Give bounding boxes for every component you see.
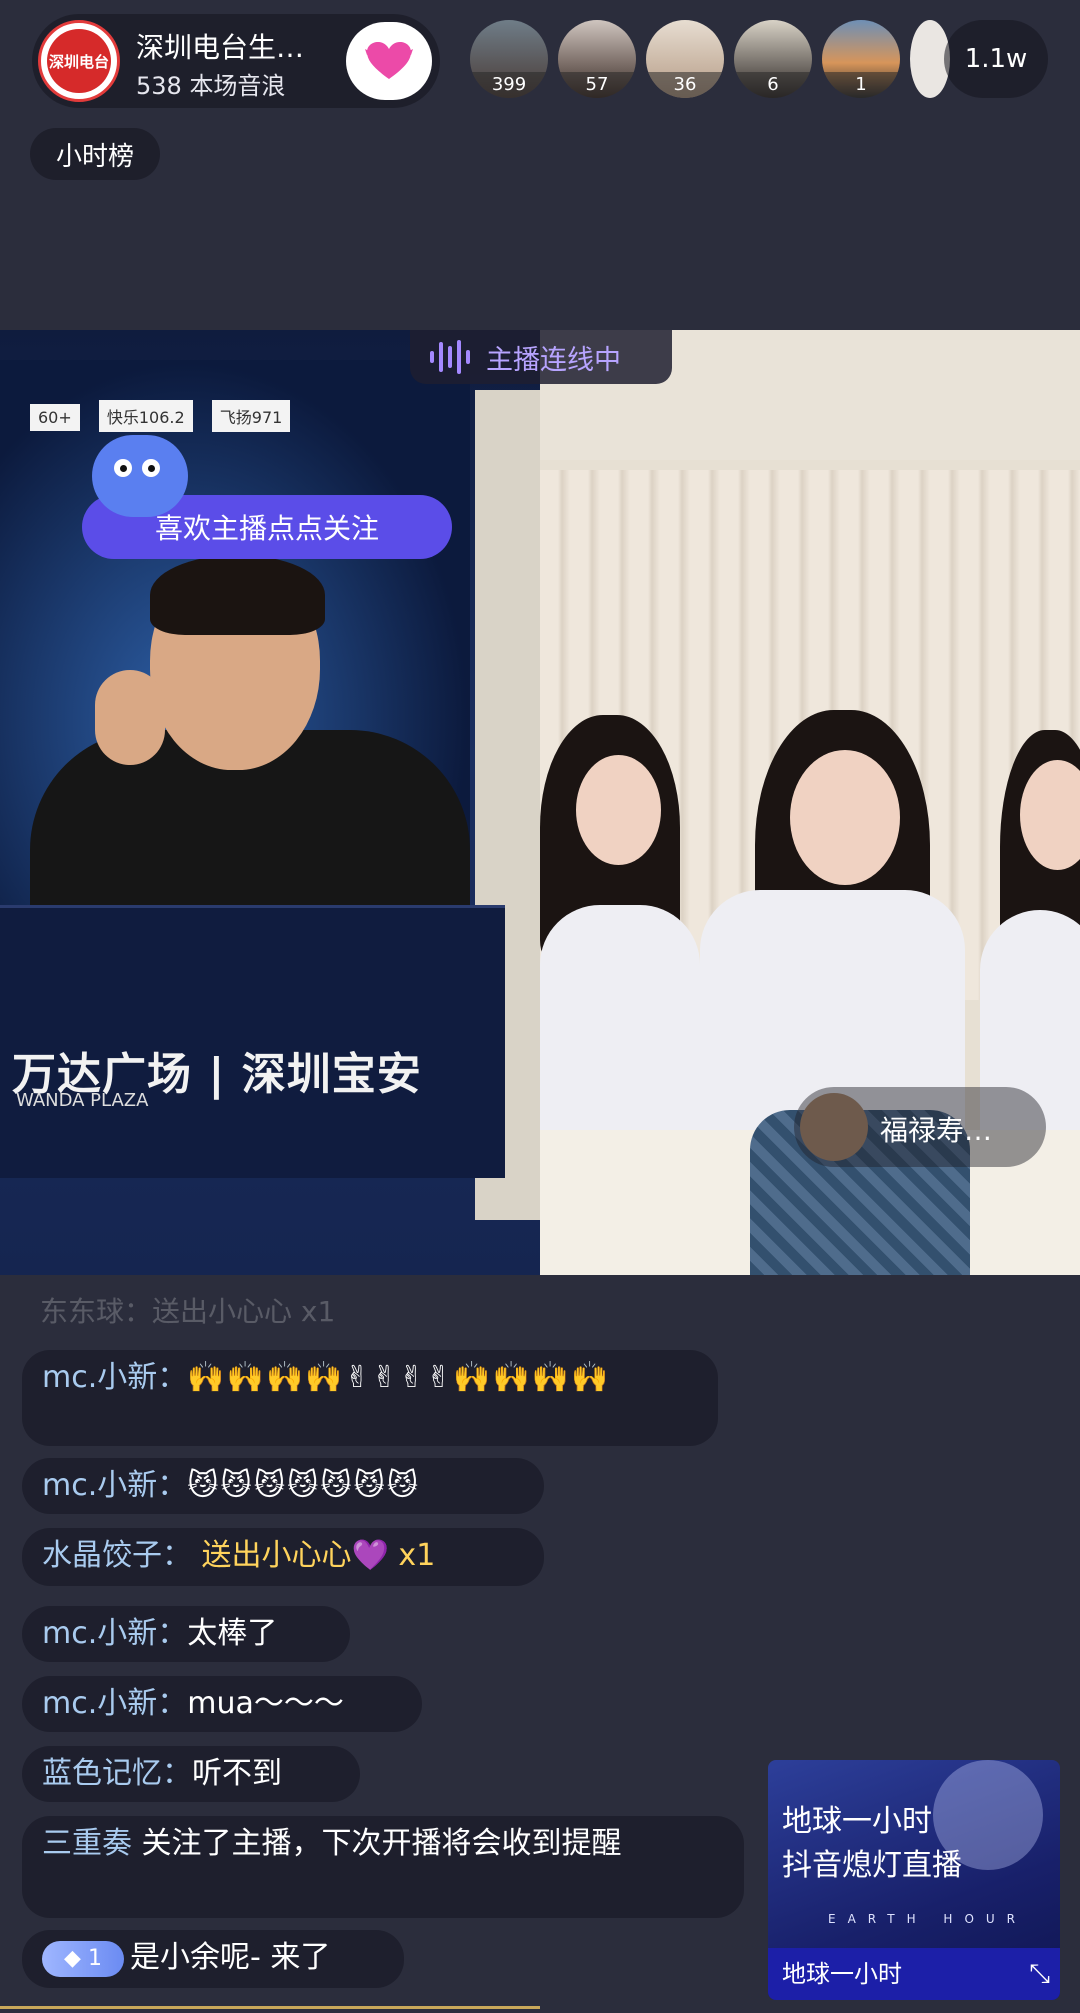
viewer-avatar[interactable]: 399 [470, 20, 548, 98]
fan-level-number: 1 [87, 1945, 102, 1971]
viewer-rank-badge: 399 [470, 72, 548, 98]
podium-subtitle: WANDA PLAZA [16, 1090, 149, 1111]
chat-message[interactable]: 蓝色记忆：听不到 [22, 1746, 360, 1802]
radio-logo: 深圳电台 [47, 29, 111, 93]
host-name: 深圳电台生… [136, 31, 305, 64]
collapse-icon[interactable]: ⤡ [1029, 1959, 1050, 1990]
chat-username: 是小余呢- [130, 1940, 261, 1975]
promo-subtitle: 抖音熄灯直播 [782, 1848, 962, 1883]
chat-text: 听不到 [192, 1756, 282, 1791]
chat-message[interactable]: 水晶饺子： 送出小心心💜 x1 [22, 1528, 544, 1586]
viewer-count[interactable]: 1.1w [944, 20, 1048, 98]
earth-hour-promo-card[interactable]: 地球一小时 抖音熄灯直播 EARTH HOUR 地球一小时 ⤡ [768, 1760, 1060, 2000]
chat-username: 水晶饺子： [42, 1538, 192, 1573]
viewer-avatar[interactable]: 6 [734, 20, 812, 98]
chat-username: 三重奏 [42, 1826, 132, 1861]
chat-username: mc.小新： [42, 1468, 188, 1503]
viewer-avatar[interactable]: 36 [646, 20, 724, 98]
viewer-rank-badge: 1 [822, 72, 900, 98]
chat-message[interactable]: mc.小新：🙌🙌🙌🙌✌✌✌✌🙌🙌🙌🙌 [22, 1350, 718, 1446]
hourly-rank-chip[interactable]: 小时榜 [30, 128, 160, 180]
faded-chat-message: 东东球：送出小心心 x1 [40, 1295, 336, 1328]
sponsor-logo: 飞扬971 [211, 400, 291, 432]
guest-avatar [800, 1093, 868, 1161]
chat-text: mua～～～ [187, 1686, 344, 1721]
viewer-avatar[interactable]: 57 [558, 20, 636, 98]
chat-message[interactable]: 三重奏 关注了主播，下次开播将会收到提醒 [22, 1816, 744, 1918]
heart-icon [365, 42, 413, 79]
viewer-rank-badge: 6 [734, 72, 812, 98]
chat-text: 😼😼😼😼😼😼😼 [187, 1468, 421, 1503]
viewer-avatar[interactable]: 1 [822, 20, 900, 98]
mascot-icon [92, 435, 188, 517]
chat-message[interactable]: mc.小新：太棒了 [22, 1606, 350, 1662]
chat-text: 来了 [270, 1940, 331, 1975]
chat-message[interactable]: mc.小新：mua～～～ [22, 1676, 422, 1732]
host-info-pill[interactable]: 深圳电台 深圳电台生… 538 本场音浪 [32, 14, 440, 108]
chat-message[interactable]: ◆ 1 是小余呢- 来了 [22, 1930, 404, 1988]
host-avatar[interactable]: 深圳电台 [38, 20, 120, 102]
co-host-link-label: 主播连线中 [486, 344, 621, 376]
host-stat: 538 本场音浪 [136, 72, 286, 100]
promo-footer: 地球一小时 [768, 1948, 1060, 2000]
sponsor-logo: 60+ [30, 404, 80, 431]
guest-name-pill[interactable]: 福禄寿… [794, 1087, 1046, 1167]
follow-button[interactable] [346, 22, 432, 100]
co-host-link-badge: 主播连线中 [410, 330, 672, 384]
fan-level-badge: ◆ 1 [42, 1940, 124, 1977]
host-camera-feed: 60+ 快乐106.2 飞扬971 万达广场 | 深圳宝安 WANDA PLAZ… [0, 330, 540, 1275]
chat-text: 太棒了 [187, 1616, 278, 1651]
divider [0, 2006, 540, 2009]
promo-title: 地球一小时 [782, 1804, 932, 1839]
promo-tag: EARTH HOUR [828, 1912, 1028, 1926]
sponsor-logo: 快乐106.2 [98, 400, 193, 432]
chat-username: mc.小新： [42, 1686, 188, 1721]
chat-text: 关注了主播，下次开播将会收到提醒 [141, 1826, 622, 1861]
viewer-rank-badge: 36 [646, 72, 724, 98]
host-person-hair [150, 555, 325, 635]
sponsor-logos: 60+ 快乐106.2 飞扬971 [30, 400, 304, 432]
chat-message[interactable]: mc.小新：😼😼😼😼😼😼😼 [22, 1458, 544, 1514]
chat-gift-text: 送出小心心💜 x1 [201, 1538, 436, 1573]
host-person-hand [95, 670, 165, 765]
chat-username: mc.小新： [42, 1360, 188, 1395]
chat-username: 蓝色记忆： [42, 1756, 192, 1791]
guest-name: 福禄寿… [880, 1114, 993, 1147]
viewer-rank-badge: 57 [558, 72, 636, 98]
chat-username: mc.小新： [42, 1616, 188, 1651]
chat-text: 🙌🙌🙌🙌✌✌✌✌🙌🙌🙌🙌 [187, 1360, 611, 1395]
audio-wave-icon [430, 340, 470, 374]
podium-sign: 万达广场 | 深圳宝安 WANDA PLAZA [0, 905, 505, 1178]
